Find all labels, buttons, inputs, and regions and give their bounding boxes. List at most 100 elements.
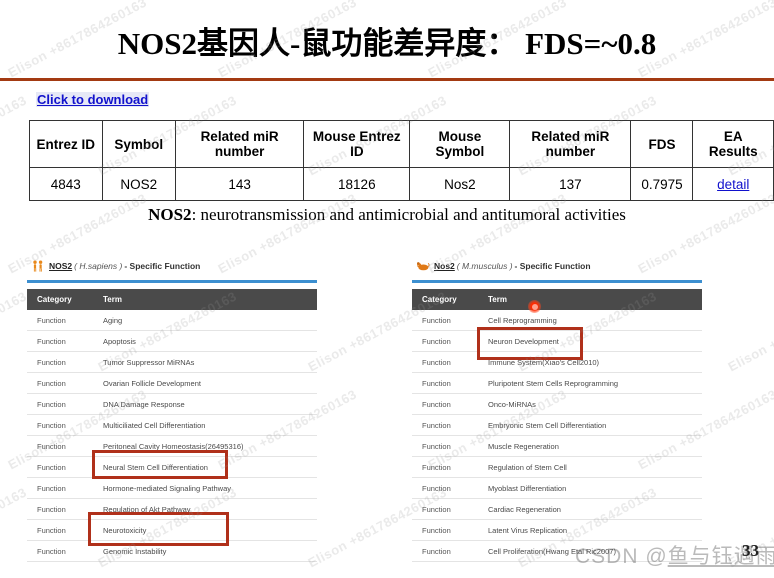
cell-category: Function bbox=[27, 393, 95, 415]
list-item[interactable]: Function Tumor Suppressor MiRNAs bbox=[27, 351, 317, 373]
mouse-col-term: Term bbox=[480, 289, 702, 310]
cell-term[interactable]: Tumor Suppressor MiRNAs bbox=[95, 351, 317, 373]
cell-symbol: NOS2 bbox=[101, 167, 176, 201]
list-item[interactable]: Function Regulation of Akt Pathway bbox=[27, 498, 317, 520]
col-related-mir-number: Related miR number bbox=[174, 120, 305, 168]
cell-category: Function bbox=[27, 414, 95, 436]
cell-category: Function bbox=[412, 310, 480, 331]
list-item[interactable]: Function Hormone-mediated Signaling Pathw… bbox=[27, 477, 317, 499]
human-gene-name[interactable]: NOS2 bbox=[49, 261, 72, 271]
cell-term[interactable]: Genomic Instability bbox=[95, 540, 317, 562]
caption-gene-name: NOS2 bbox=[148, 205, 192, 224]
mouse-panel-divider bbox=[412, 280, 702, 283]
human-panel-divider bbox=[27, 280, 317, 283]
cell-mouse-symbol: Nos2 bbox=[409, 167, 511, 201]
cell-category: Function bbox=[27, 456, 95, 478]
cell-category: Function bbox=[27, 310, 95, 331]
caption-description: : neurotransmission and antimicrobial an… bbox=[191, 205, 626, 224]
human-col-category: Category bbox=[27, 289, 95, 310]
cell-term[interactable]: Apoptosis bbox=[95, 330, 317, 352]
mouse-function-table: Category Term Function Cell Reprogramming… bbox=[412, 289, 702, 562]
watermark-tile: Elison +8617864260163 bbox=[725, 288, 774, 375]
mouse-gene-name[interactable]: Nos2 bbox=[434, 261, 455, 271]
list-item[interactable]: Function Neurotoxicity bbox=[27, 519, 317, 541]
cell-category: Function bbox=[412, 435, 480, 457]
list-item[interactable]: Function Onco-MiRNAs bbox=[412, 393, 702, 415]
list-item[interactable]: Function Cell Reprogramming bbox=[412, 310, 702, 331]
col-ea-results: EA Results bbox=[692, 120, 774, 168]
mouse-panel-header: Nos2 ( M.musculus ) - Specific Function bbox=[416, 258, 702, 274]
list-item[interactable]: Function Regulation of Stem Cell bbox=[412, 456, 702, 478]
cell-term[interactable]: Regulation of Akt Pathway bbox=[95, 498, 317, 520]
cell-term[interactable]: Myoblast Differentiation bbox=[480, 477, 702, 499]
list-item[interactable]: Function Muscle Regeneration bbox=[412, 435, 702, 457]
col-entrez-id: Entrez ID bbox=[29, 120, 103, 168]
list-item[interactable]: Function Immune System(Xiao's Cell2010) bbox=[412, 351, 702, 373]
cell-ea-results[interactable]: detail bbox=[692, 167, 774, 201]
cell-category: Function bbox=[412, 519, 480, 541]
cell-term[interactable]: Latent Virus Replication bbox=[480, 519, 702, 541]
cell-term[interactable]: Regulation of Stem Cell bbox=[480, 456, 702, 478]
cell-term[interactable]: Immune System(Xiao's Cell2010) bbox=[480, 351, 702, 373]
cell-category: Function bbox=[27, 330, 95, 352]
mouse-icon bbox=[417, 262, 430, 271]
mouse-col-category: Category bbox=[412, 289, 480, 310]
cell-fds: 0.7975 bbox=[630, 167, 694, 201]
cell-term[interactable]: Neuron Development bbox=[480, 330, 702, 352]
gene-caption: NOS2: neurotransmission and antimicrobia… bbox=[0, 205, 774, 225]
cell-term[interactable]: Hormone-mediated Signaling Pathway bbox=[95, 477, 317, 499]
cell-term[interactable]: Multiciliated Cell Differentiation bbox=[95, 414, 317, 436]
col-fds: FDS bbox=[630, 120, 694, 168]
cell-term[interactable]: Onco-MiRNAs bbox=[480, 393, 702, 415]
cell-term[interactable]: Embryonic Stem Cell Differentiation bbox=[480, 414, 702, 436]
cell-related-mir-number: 143 bbox=[174, 167, 305, 201]
cell-category: Function bbox=[412, 330, 480, 352]
list-item[interactable]: Function Peritoneal Cavity Homeostasis(26… bbox=[27, 435, 317, 457]
mouse-panel-suffix: - Specific Function bbox=[514, 261, 591, 271]
watermark-tile: Elison +8617864260163 bbox=[0, 484, 30, 571]
cell-term[interactable]: Neural Stem Cell Differentiation bbox=[95, 456, 317, 478]
list-item[interactable]: Function DNA Damage Response bbox=[27, 393, 317, 415]
cell-term[interactable]: Peritoneal Cavity Homeostasis(26495316) bbox=[95, 435, 317, 457]
cursor-pointer-dot bbox=[528, 300, 541, 313]
list-item[interactable]: Function Pluripotent Stem Cells Reprogram… bbox=[412, 372, 702, 394]
cell-category: Function bbox=[27, 477, 95, 499]
cell-category: Function bbox=[27, 540, 95, 562]
list-item[interactable]: Function Myoblast Differentiation bbox=[412, 477, 702, 499]
slide-number: 33 bbox=[742, 541, 759, 560]
cell-term[interactable]: Aging bbox=[95, 310, 317, 331]
list-item[interactable]: Function Neural Stem Cell Differentiation bbox=[27, 456, 317, 478]
list-item[interactable]: Function Genomic Instability bbox=[27, 540, 317, 562]
col-mouse-related-mir: Related miR number bbox=[509, 120, 632, 168]
human-species-label: ( H.sapiens ) bbox=[74, 261, 123, 271]
list-item[interactable]: Function Ovarian Follicle Development bbox=[27, 372, 317, 394]
click-to-download-link[interactable]: Click to download bbox=[36, 92, 150, 107]
cell-mouse-entrez-id: 18126 bbox=[303, 167, 411, 201]
human-function-rows: Function Aging Function Apoptosis Function Tu… bbox=[27, 310, 317, 562]
list-item[interactable]: Function Aging bbox=[27, 310, 317, 331]
detail-link[interactable]: detail bbox=[717, 177, 749, 192]
mouse-species-label: ( M.musculus ) bbox=[456, 261, 513, 271]
list-item[interactable]: Function Cardiac Regeneration bbox=[412, 498, 702, 520]
cell-category: Function bbox=[412, 498, 480, 520]
list-item[interactable]: Function Latent Virus Replication bbox=[412, 519, 702, 541]
cell-category: Function bbox=[27, 498, 95, 520]
cell-category: Function bbox=[412, 477, 480, 499]
csdn-prefix: CSDN @ bbox=[575, 545, 668, 568]
list-item[interactable]: Function Multiciliated Cell Differentiati… bbox=[27, 414, 317, 436]
col-symbol: Symbol bbox=[101, 120, 176, 168]
list-item[interactable]: Function Apoptosis bbox=[27, 330, 317, 352]
cell-term[interactable]: DNA Damage Response bbox=[95, 393, 317, 415]
list-item[interactable]: Function Neuron Development bbox=[412, 330, 702, 352]
cell-term[interactable]: Cell Reprogramming bbox=[480, 310, 702, 331]
page-title: NOS2基因人-鼠功能差异度： FDS=~0.8 bbox=[117, 26, 657, 61]
mouse-table-header-row: Category Term bbox=[412, 289, 702, 310]
human-specific-function-panel: NOS2 ( H.sapiens ) - Specific Function C… bbox=[27, 258, 317, 562]
cell-term[interactable]: Cardiac Regeneration bbox=[480, 498, 702, 520]
cell-term[interactable]: Muscle Regeneration bbox=[480, 435, 702, 457]
cell-term[interactable]: Neurotoxicity bbox=[95, 519, 317, 541]
list-item[interactable]: Function Embryonic Stem Cell Differentiat… bbox=[412, 414, 702, 436]
cell-term[interactable]: Pluripotent Stem Cells Reprogramming bbox=[480, 372, 702, 394]
col-mouse-entrez-id: Mouse Entrez ID bbox=[303, 120, 411, 168]
cell-term[interactable]: Ovarian Follicle Development bbox=[95, 372, 317, 394]
